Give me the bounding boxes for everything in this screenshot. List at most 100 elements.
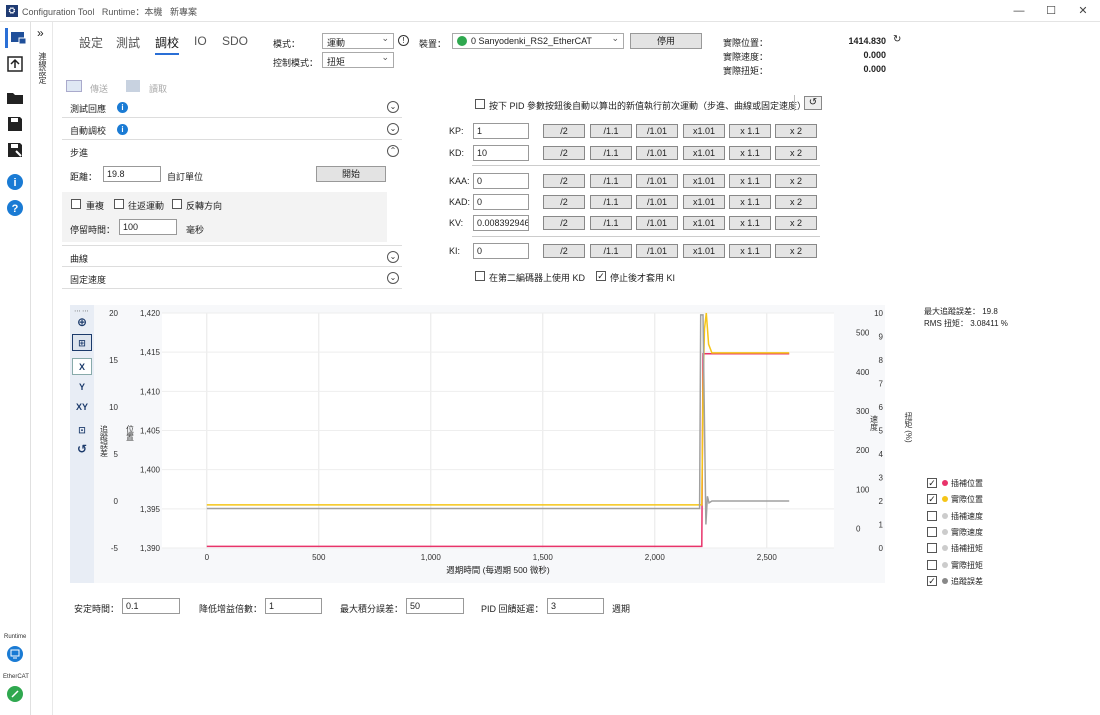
legend-checkbox[interactable] [927,543,937,554]
chevron-down-icon[interactable]: ⌄ [387,272,399,284]
pid-scale-button[interactable]: x 2 [775,195,817,209]
second-encoder-checkbox[interactable] [475,271,485,281]
chevron-down-icon[interactable]: ⌄ [387,123,399,135]
tab-io[interactable]: IO [194,34,207,48]
pid-scale-button[interactable]: x 2 [775,216,817,230]
legend-checkbox[interactable]: ✓ [927,478,937,488]
chevron-down-icon[interactable]: ⌄ [387,101,399,113]
pid-scale-button[interactable]: x 1.1 [729,244,771,258]
dwell-input[interactable]: 100 [119,219,177,235]
pid-scale-button[interactable]: /2 [543,124,585,138]
close-button[interactable]: ✕ [1068,3,1098,19]
zoom-in-icon[interactable]: ⊕ [72,314,92,331]
help-icon[interactable]: ? [5,198,25,218]
mode-select[interactable]: 運動 [322,33,394,49]
tracking-chart[interactable]: 0 500 1,000 1,500 2,000 2,500週期時間 (每週期 500 微秒… [94,305,885,583]
read-icon[interactable] [126,80,140,92]
expand-panel-button[interactable]: » [37,26,44,40]
control-mode-select[interactable]: 扭矩 [322,52,394,68]
save-icon[interactable] [5,114,25,134]
device-select[interactable]: 0 Sanyodenki_RS2_EtherCAT [452,33,624,49]
reset-pid-icon[interactable]: ↺ [804,96,822,110]
start-button[interactable]: 開始 [316,166,386,182]
settle-time-input[interactable]: 0.1 [122,598,180,614]
auto-run-checkbox[interactable] [475,99,485,109]
pid-scale-button[interactable]: x1.01 [683,124,725,138]
reverse-checkbox[interactable] [172,199,182,209]
legend-checkbox[interactable] [927,510,937,521]
section-step[interactable]: 步進 ⌃ [62,140,402,162]
pid-scale-button[interactable]: x1.01 [683,244,725,258]
pid-scale-button[interactable]: /1.01 [636,216,678,230]
pid-scale-button[interactable]: x1.01 [683,174,725,188]
pid-scale-button[interactable]: /2 [543,174,585,188]
chevron-down-icon[interactable]: ⌄ [387,251,399,263]
zoom-box-icon[interactable]: ⊞ [72,334,92,351]
chevron-up-icon[interactable]: ⌃ [387,145,399,157]
section-curve[interactable]: 曲線 ⌄ [62,245,402,267]
pid-scale-button[interactable]: /1.01 [636,195,678,209]
pid-scale-button[interactable]: x 2 [775,244,817,258]
distance-input[interactable]: 19.8 [103,166,161,182]
pid-scale-button[interactable]: x 2 [775,146,817,160]
pid-scale-button[interactable]: /1.1 [590,244,632,258]
gain-reduce-input[interactable]: 1 [265,598,322,614]
legend-checkbox[interactable] [927,526,937,537]
pid-scale-button[interactable]: /1.01 [636,244,678,258]
pid-input[interactable]: 0.0083929468 [473,215,529,231]
save-as-icon[interactable] [5,140,25,160]
read-button[interactable]: 讀取 [149,82,167,95]
disable-button[interactable]: 停用 [630,33,702,49]
send-button[interactable]: 傳送 [90,82,108,95]
tab-test[interactable]: 測試 [116,34,140,51]
loop-info-icon[interactable]: i [117,102,128,113]
pid-input[interactable]: 1 [473,123,529,139]
autotune-info-icon[interactable]: i [117,124,128,135]
pid-scale-button[interactable]: /2 [543,244,585,258]
upload-icon[interactable] [5,54,25,74]
pid-scale-button[interactable]: x 2 [775,174,817,188]
pid-scale-button[interactable]: /1.1 [590,216,632,230]
zoom-x-button[interactable]: X [72,358,92,375]
pid-scale-button[interactable]: x 1.1 [729,174,771,188]
runtime-monitor-icon[interactable] [5,644,25,664]
pid-scale-button[interactable]: /2 [543,216,585,230]
folder-icon[interactable] [5,88,25,108]
legend-checkbox[interactable] [927,559,937,570]
legend-checkbox[interactable]: ✓ [927,575,937,586]
pid-scale-button[interactable]: /1.01 [636,146,678,160]
pid-scale-button[interactable]: /2 [543,146,585,160]
pid-scale-button[interactable]: x1.01 [683,195,725,209]
refresh-position-icon[interactable]: ↻ [893,34,901,45]
max-integral-error-input[interactable]: 50 [406,598,464,614]
pid-scale-button[interactable]: x 1.1 [729,195,771,209]
pid-input[interactable]: 0 [473,173,529,189]
section-loop-response[interactable]: 測試回應 i ⌄ [62,96,402,118]
pid-scale-button[interactable]: /1.1 [590,124,632,138]
minimize-button[interactable]: — [1004,3,1034,19]
pid-scale-button[interactable]: x 2 [775,124,817,138]
pid-scale-button[interactable]: x1.01 [683,146,725,160]
tab-tuning[interactable]: 調校 [155,34,180,55]
pid-feedback-delay-input[interactable]: 3 [547,598,604,614]
section-fixed-velocity[interactable]: 固定速度 ⌄ [62,267,402,289]
section-autotune[interactable]: 自動調校 i ⌄ [62,118,402,140]
pid-scale-button[interactable]: /1.1 [590,174,632,188]
pid-scale-button[interactable]: x 1.1 [729,146,771,160]
pid-scale-button[interactable]: /1.1 [590,146,632,160]
device-config-icon[interactable] [5,28,27,48]
pid-input[interactable]: 0 [473,194,529,210]
zoom-y-button[interactable]: Y [72,379,92,396]
ki-after-stop-checkbox[interactable]: ✓ [596,271,606,281]
zoom-xy-button[interactable]: XY [72,399,92,416]
tab-settings[interactable]: 設定 [79,34,103,51]
pid-input[interactable]: 0 [473,243,529,259]
pid-scale-button[interactable]: /2 [543,195,585,209]
reciprocate-checkbox[interactable] [114,199,124,209]
send-icon[interactable] [66,80,82,92]
tab-sdo[interactable]: SDO [222,34,248,48]
zoom-fit-icon[interactable]: ⊡ [72,422,92,439]
pid-scale-button[interactable]: x 1.1 [729,216,771,230]
pid-scale-button[interactable]: /1.01 [636,124,678,138]
pid-scale-button[interactable]: /1.1 [590,195,632,209]
